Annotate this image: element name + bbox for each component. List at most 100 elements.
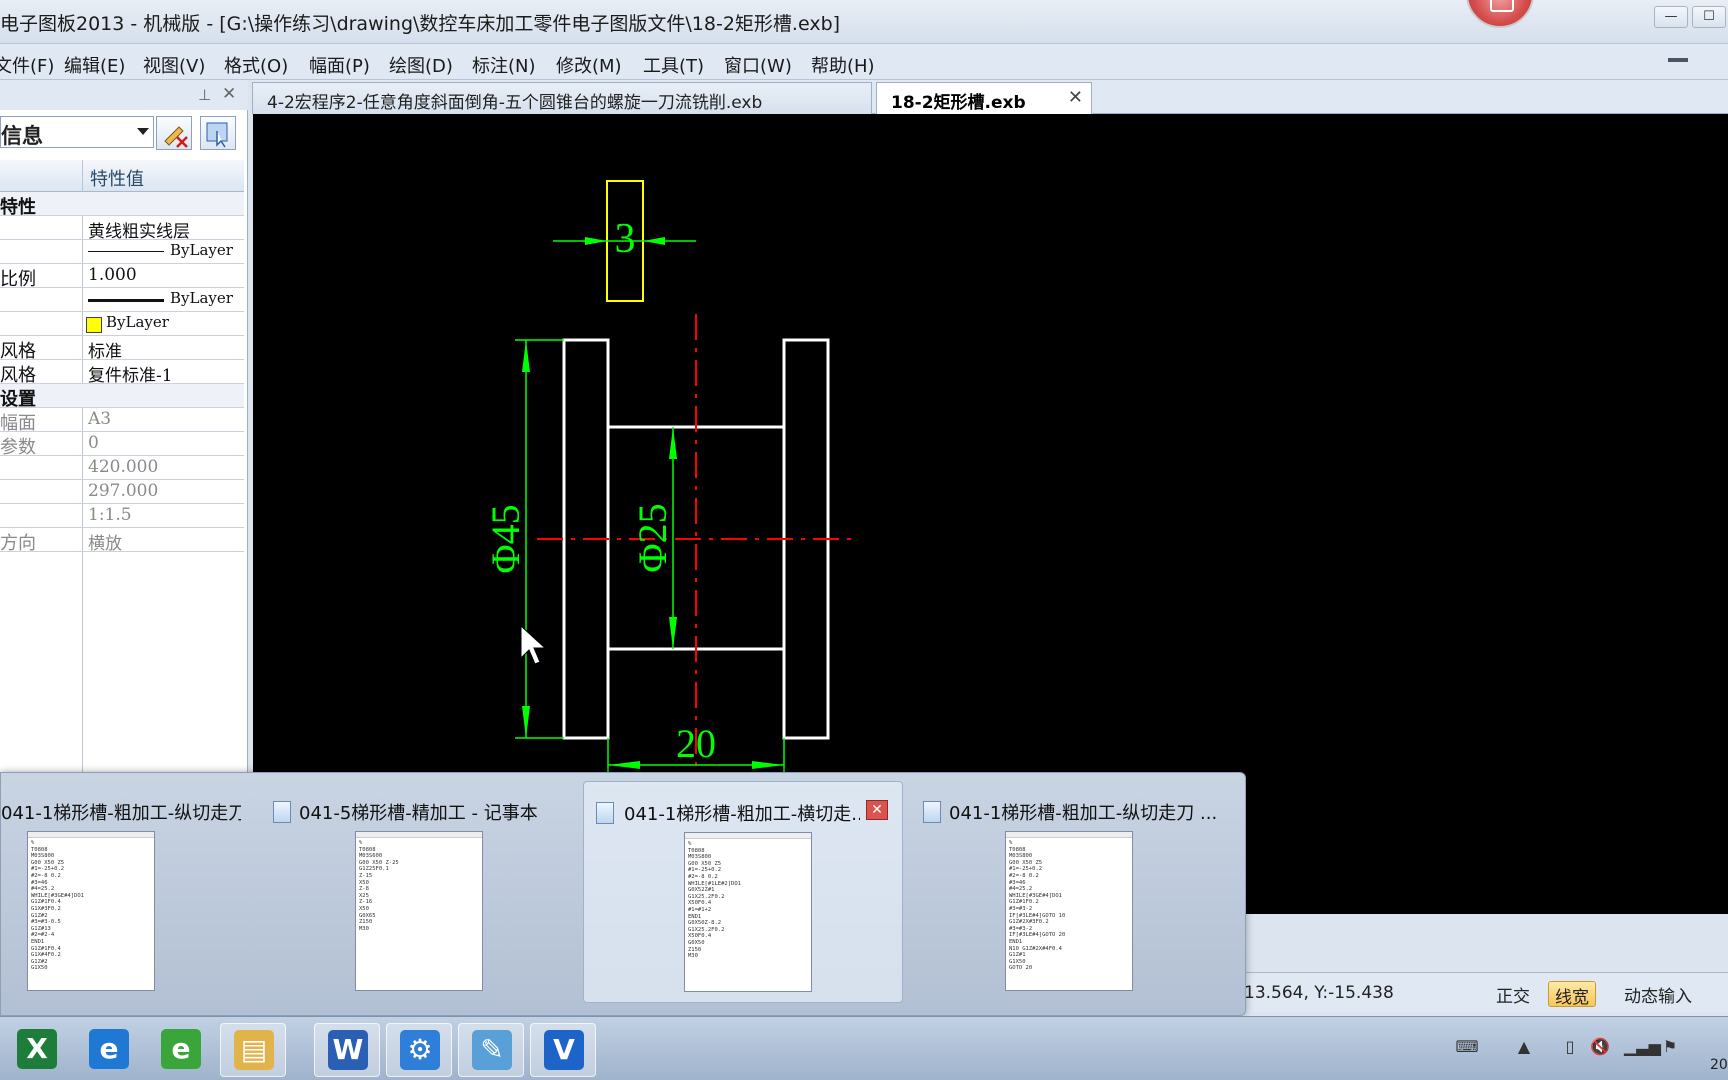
menu-dimension[interactable]: 标注(N) <box>472 52 536 78</box>
property-row[interactable]: ByLayer <box>0 288 244 312</box>
dim-arrow <box>669 617 677 649</box>
close-icon[interactable]: ✕ <box>1068 87 1083 108</box>
thumbnail-preview: % T0808 M03S600 G00 X50 Z-25 G1Z25F0.1 Z… <box>355 831 483 991</box>
menu-draw[interactable]: 绘图(D) <box>389 52 453 78</box>
battery-icon[interactable]: ▯ <box>1560 1037 1580 1057</box>
thumbnail-title: 041-1梯形槽-粗加工-纵切走刀 ... <box>1 803 241 824</box>
excel-icon: X <box>17 1029 57 1069</box>
title-bar: 电子图板2013 - 机械版 - [G:\操作练习\drawing\数控车床加工… <box>0 0 1728 44</box>
clear-selection-button[interactable] <box>156 116 192 150</box>
select-icon <box>206 122 228 148</box>
property-value: ByLayer <box>170 289 233 307</box>
taskbar-app-word[interactable]: W <box>314 1023 380 1077</box>
property-row[interactable]: 420.000 <box>0 456 244 480</box>
dynamic-input-toggle[interactable]: 动态输入 <box>1618 981 1698 1007</box>
maximize-button[interactable]: ☐ <box>1692 6 1726 28</box>
close-icon[interactable]: ✕ <box>866 800 888 820</box>
property-row[interactable]: 方向 横放 <box>0 528 244 554</box>
clock[interactable]: 20 <box>1710 1057 1728 1073</box>
dim-text-20: 20 <box>676 721 716 766</box>
property-grid-header: 特性值 <box>0 160 244 192</box>
menu-modify[interactable]: 修改(M) <box>556 52 622 78</box>
window-title: 电子图板2013 - 机械版 - [G:\操作练习\drawing\数控车床加工… <box>0 13 841 35</box>
menu-view[interactable]: 视图(V) <box>143 52 205 78</box>
property-value: 0 <box>88 433 99 453</box>
tab-macro-program[interactable]: 4-2宏程序2-任意角度斜面倒角-五个圆锥台的螺旋一刀流铣削.exb <box>252 82 872 114</box>
property-row[interactable]: ByLayer <box>0 312 244 336</box>
taskbar-app-ie[interactable]: e <box>76 1023 142 1077</box>
property-row[interactable]: 1:1.5 <box>0 504 244 528</box>
property-row[interactable]: ByLayer <box>0 240 244 264</box>
menu-file[interactable]: 文件(F) <box>0 52 54 78</box>
property-value: 横放 <box>88 534 122 554</box>
mdi-minimize-icon[interactable] <box>1668 58 1688 62</box>
taskbar-app-vnc[interactable]: V <box>530 1023 596 1077</box>
cursor-coordinates: 13.564, Y:-15.438 <box>1244 983 1394 1003</box>
dim-arrow <box>608 761 640 769</box>
menu-edit[interactable]: 编辑(E) <box>64 52 125 78</box>
screen-record-button[interactable] <box>1466 0 1534 28</box>
thumbnail-window[interactable]: 041-1梯形槽-粗加工-纵切走刀 ... % T0808 M03S800 G0… <box>913 781 1233 1003</box>
document-tab-strip: 4-2宏程序2-任意角度斜面倒角-五个圆锥台的螺旋一刀流铣削.exb 18-2矩… <box>252 80 1728 114</box>
notepad-icon <box>923 801 941 823</box>
property-value: 复件标准-1 <box>88 366 173 386</box>
thumbnail-preview: % T0808 M03S800 G00 X50 Z5 #1=-25+0.2 #2… <box>1005 831 1133 991</box>
chevron-down-icon <box>137 128 149 135</box>
network-signal-icon[interactable]: ▁▃▅ <box>1624 1037 1661 1057</box>
property-row[interactable]: 设置 <box>0 384 244 410</box>
notepad-icon <box>273 801 291 823</box>
preview-text: % T0808 M03S800 G00 X50 Z5 #1=-25+0.2 #2… <box>688 841 741 960</box>
property-row[interactable]: 比例 1.000 <box>0 264 244 290</box>
dim-arrow <box>522 706 530 738</box>
dim-arrow <box>522 340 530 372</box>
property-key: 方向 <box>0 533 36 554</box>
thumbnail-preview: % T0808 M03S800 G00 X50 Z5 #1=-25+0.2 #2… <box>27 831 155 991</box>
chevron-up-icon[interactable]: ▲ <box>1514 1037 1534 1057</box>
thumbnail-title: 041-1梯形槽-粗加工-横切走... <box>624 804 860 825</box>
linewidth-toggle[interactable]: 线宽 <box>1548 981 1596 1008</box>
thumbnail-window[interactable]: 041-5梯形槽-精加工 - 记事本 % T0808 M03S600 G00 X… <box>263 781 583 1003</box>
quick-select-button[interactable] <box>200 116 236 150</box>
thumbnail-window[interactable]: 041-1梯形槽-粗加工-纵切走刀 ... % T0808 M03S800 G0… <box>0 781 251 1003</box>
object-type-dropdown[interactable]: 信息 <box>0 116 154 148</box>
ie-green-icon: e <box>161 1029 201 1069</box>
volume-muted-icon[interactable]: 🔇 <box>1590 1037 1610 1057</box>
ortho-toggle[interactable]: 正交 <box>1490 981 1536 1007</box>
property-row[interactable]: 幅面 A3 <box>0 408 244 434</box>
menu-sheet[interactable]: 幅面(P) <box>309 52 370 78</box>
tab-rectangular-groove[interactable]: 18-2矩形槽.exb ✕ <box>876 82 1092 114</box>
pencil-delete-icon <box>164 126 188 148</box>
thumbnail-window-selected[interactable]: 041-1梯形槽-粗加工-横切走... ✕ % T0808 M03S800 G0… <box>583 781 903 1003</box>
taskbar-app-ie-green[interactable]: e <box>148 1023 214 1077</box>
keyboard-icon[interactable]: ⌨ <box>1452 1037 1482 1057</box>
property-row[interactable]: 297.000 <box>0 480 244 504</box>
menu-tools[interactable]: 工具(T) <box>643 52 704 78</box>
preview-text: % T0808 M03S800 G00 X50 Z5 #1=-25+0.2 #2… <box>1009 840 1066 972</box>
taskbar-app-magnifier[interactable]: ⚙ <box>386 1023 452 1077</box>
property-value: 420.000 <box>88 457 159 477</box>
menu-window[interactable]: 窗口(W) <box>724 52 792 78</box>
word-icon: W <box>328 1030 368 1070</box>
dim-arrow <box>585 237 607 245</box>
property-row[interactable]: 风格 标准 <box>0 336 244 362</box>
minimize-button[interactable]: — <box>1654 6 1688 28</box>
taskbar-app-excel[interactable]: X <box>4 1023 70 1077</box>
property-row[interactable]: 特性 <box>0 192 244 218</box>
magnifier-icon: ⚙ <box>400 1030 440 1070</box>
line-sample <box>88 251 164 252</box>
system-tray: ⌨ ▲ ▯ 🔇 ▁▃▅ ⚑ <box>1440 1017 1728 1080</box>
taskbar-app-explorer[interactable]: ▤ <box>220 1023 286 1077</box>
pin-icon[interactable]: ⊥ <box>198 86 211 104</box>
taskbar-app-notepad[interactable]: ✎ <box>458 1023 524 1077</box>
action-center-flag-icon[interactable]: ⚑ <box>1660 1037 1680 1057</box>
property-row[interactable]: 参数 0 <box>0 432 244 458</box>
close-icon[interactable]: ✕ <box>222 84 236 104</box>
property-row[interactable]: 黄线粗实线层 <box>0 216 244 242</box>
dim-arrow <box>752 761 784 769</box>
thumbnail-title: 041-1梯形槽-粗加工-纵切走刀 ... <box>949 803 1218 824</box>
property-row[interactable]: 风格 复件标准-1 <box>0 360 244 386</box>
notepad-icon <box>596 802 614 824</box>
menu-format[interactable]: 格式(O) <box>224 52 288 78</box>
menu-help[interactable]: 帮助(H) <box>811 52 875 78</box>
ie-icon: e <box>89 1029 129 1069</box>
